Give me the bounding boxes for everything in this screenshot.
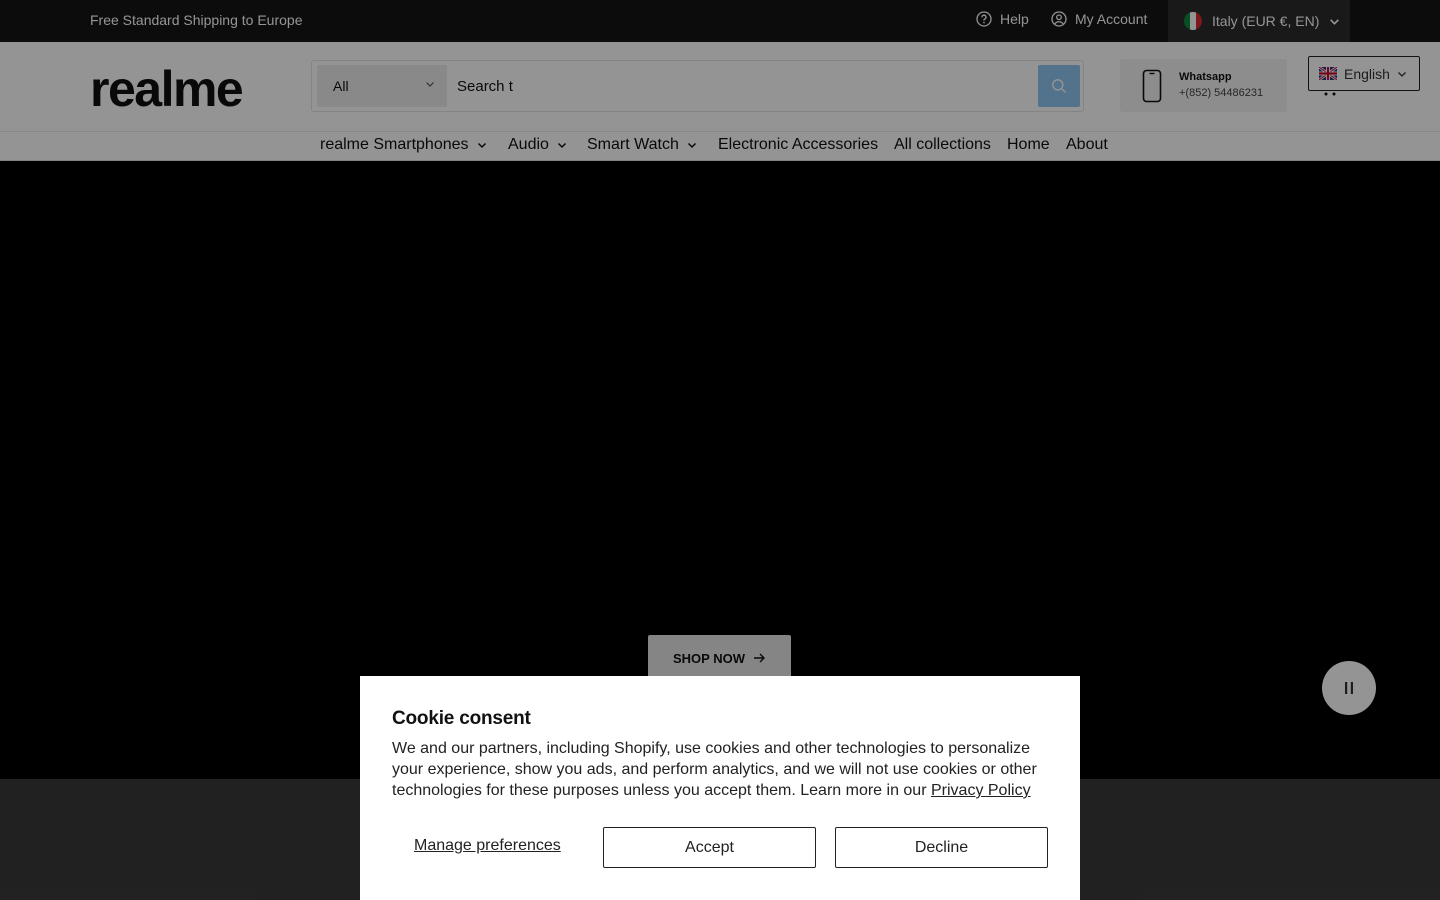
privacy-policy-link[interactable]: Privacy Policy — [931, 782, 1031, 799]
cookie-message: We and our partners, including Shopify, … — [392, 738, 1052, 801]
manage-preferences-link[interactable]: Manage preferences — [414, 837, 561, 855]
decline-button[interactable]: Decline — [835, 827, 1048, 868]
cookie-consent-dialog: Cookie consent We and our partners, incl… — [360, 676, 1080, 900]
cookie-title: Cookie consent — [392, 708, 531, 729]
accept-button[interactable]: Accept — [603, 827, 816, 868]
